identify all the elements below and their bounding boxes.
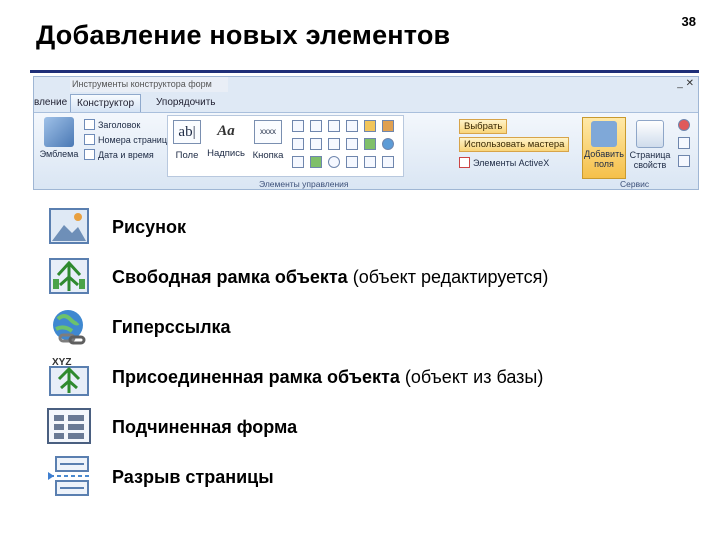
button-control-button[interactable]: xxxx Кнопка (250, 120, 286, 161)
item-text: Гиперссылка (112, 317, 231, 337)
page-break-small-icon[interactable] (346, 120, 358, 132)
combobox-icon[interactable] (346, 138, 358, 150)
tab-arrange[interactable]: Упорядочить (156, 94, 216, 112)
list-item: Подчиненная форма (44, 405, 704, 449)
item-text: Присоединенная рамка объекта (объект из … (112, 367, 544, 387)
property-sheet-button[interactable]: Страница свойств (629, 117, 671, 171)
controls-gallery: ab| Поле Aa Надпись xxxx Кнопка (167, 115, 404, 177)
bound-object-frame-icon: XYZ (49, 357, 89, 396)
hyperlink-small-icon[interactable] (382, 138, 394, 150)
title-icon (84, 119, 95, 130)
toggle-icon[interactable] (328, 120, 340, 132)
bound-frame-small-icon[interactable] (310, 156, 322, 168)
add-fields-icon (591, 121, 617, 147)
window-controls[interactable]: _ ✕ (677, 78, 694, 89)
ribbon-screenshot: Инструменты конструктора форм _ ✕ вление… (33, 76, 699, 190)
view-code-icon[interactable] (678, 137, 690, 149)
image-icon (49, 208, 89, 244)
select-button[interactable]: Выбрать (459, 119, 508, 134)
textbox-control-button[interactable]: ab| Поле (172, 120, 202, 161)
code-icon[interactable] (678, 119, 690, 131)
checkbox-icon[interactable] (328, 138, 340, 150)
textbox-icon: ab| (173, 120, 201, 144)
slide-number: 38 (681, 14, 696, 29)
subform-icon (47, 408, 91, 444)
list-item: Рисунок (44, 205, 704, 249)
property-sheet-icon (636, 120, 664, 148)
property-sheet-label: Страница свойств (629, 150, 671, 170)
tab-create[interactable]: вление (34, 94, 67, 112)
label-label: Надпись (207, 148, 245, 159)
activex-label: Элементы ActiveX (473, 157, 550, 168)
unbound-object-frame-icon (49, 258, 89, 294)
title-rule (30, 70, 699, 73)
object-frame-icon[interactable] (364, 138, 376, 150)
date-time-button[interactable]: Дата и время (84, 149, 154, 160)
ribbon-tabs: вление Конструктор Упорядочить (34, 94, 698, 112)
convert-macro-icon[interactable] (678, 155, 690, 167)
themes-button[interactable]: Эмблема (38, 117, 80, 171)
list-item: Свободная рамка объекта (объект редактир… (44, 255, 704, 299)
option-button-icon[interactable] (328, 156, 340, 168)
label-icon: Aa (217, 123, 235, 139)
item-text: Подчиненная форма (112, 417, 298, 437)
slide-title: Добавление новых элементов (36, 20, 451, 50)
list-item: Разрыв страницы (44, 455, 704, 499)
add-fields-button[interactable]: Добавить поля (582, 117, 626, 179)
page-numbers-button[interactable]: Номера страниц (84, 134, 167, 145)
attachment-icon[interactable] (382, 156, 394, 168)
themes-label: Эмблема (39, 149, 79, 159)
tab-control-icon[interactable] (292, 120, 304, 132)
header-title-label: Заголовок (98, 119, 141, 130)
label-control-button[interactable]: Aa Надпись (204, 120, 248, 159)
context-tab-title: Инструменты конструктора форм (70, 77, 228, 92)
tab-designer[interactable]: Конструктор (70, 94, 142, 112)
item-text: Свободная рамка объекта (объект редактир… (112, 267, 549, 287)
insert-image-icon[interactable] (382, 120, 394, 132)
image-small-icon[interactable] (364, 156, 376, 168)
service-group-label: Сервис (620, 179, 650, 189)
logo-icon (44, 117, 74, 147)
line-icon[interactable] (310, 120, 322, 132)
list-icon[interactable] (346, 156, 358, 168)
item-text: Разрыв страницы (112, 467, 274, 487)
header-title-button[interactable]: Заголовок (84, 119, 140, 130)
subform-small-icon[interactable] (292, 156, 304, 168)
list-item: Гиперссылка (44, 305, 704, 349)
command-button-icon: xxxx (254, 120, 282, 144)
controls-group-label: Элементы управления (259, 179, 349, 189)
button-label: Кнопка (252, 150, 284, 161)
add-fields-label: Добавить поля (584, 149, 624, 169)
listbox-icon[interactable] (292, 138, 304, 150)
activex-button[interactable]: Элементы ActiveX (459, 157, 549, 168)
page-break-icon (48, 456, 90, 496)
chart-icon[interactable] (364, 120, 376, 132)
textbox-label: Поле (175, 150, 199, 161)
hyperlink-icon (53, 310, 86, 345)
page-number-icon (84, 134, 95, 145)
rectangle-icon[interactable] (310, 138, 322, 150)
ribbon-panel: Эмблема Заголовок Номера страниц Дата и … (34, 112, 698, 189)
list-item: XYZ Присоединенная рамка объекта (объект… (44, 355, 704, 399)
use-wizards-button[interactable]: Использовать мастера (459, 137, 570, 152)
item-text: Рисунок (112, 217, 186, 237)
page-numbers-label: Номера страниц (98, 134, 167, 145)
calendar-icon (84, 149, 95, 160)
activex-icon (459, 157, 470, 168)
date-time-label: Дата и время (98, 149, 154, 160)
